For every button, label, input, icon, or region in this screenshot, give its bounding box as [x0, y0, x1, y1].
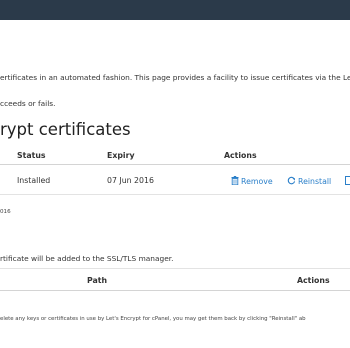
issue-table-header-divider	[0, 290, 350, 291]
remove-button[interactable]: Remove	[231, 176, 273, 187]
reinstall-button[interactable]: Reinstall	[287, 176, 331, 187]
issue-table-top-divider	[0, 268, 350, 269]
refresh-icon	[287, 176, 298, 187]
column-header-actions: Actions	[224, 151, 257, 160]
table-row-divider	[0, 194, 350, 195]
certificate-status: Installed	[17, 176, 51, 185]
table-header-divider	[0, 164, 350, 165]
issue-description: rtificate will be added to the SSL/TLS m…	[0, 254, 174, 263]
reinstall-note: elete any keys or certificates in use by…	[0, 316, 306, 322]
column-header-path: Path	[87, 276, 108, 285]
reinstall-button-label: Reinstall	[298, 177, 332, 186]
installed-certificates-heading: rypt certificates	[0, 120, 131, 139]
column-header-expiry: Expiry	[107, 151, 135, 160]
more-action-button[interactable]	[345, 176, 350, 187]
remove-button-label: Remove	[241, 177, 273, 186]
column-header-status: Status	[17, 151, 46, 160]
intro-text-line-1: ertificates in an automated fashion. Thi…	[0, 73, 350, 82]
installed-footnote: 016	[0, 209, 11, 215]
top-navigation-bar	[0, 0, 350, 20]
document-icon	[345, 176, 350, 187]
certificate-expiry: 07 Jun 2016	[107, 176, 154, 185]
trash-icon	[231, 176, 241, 187]
intro-text-line-2: cceeds or fails.	[0, 99, 56, 108]
column-header-issue-actions: Actions	[297, 276, 330, 285]
